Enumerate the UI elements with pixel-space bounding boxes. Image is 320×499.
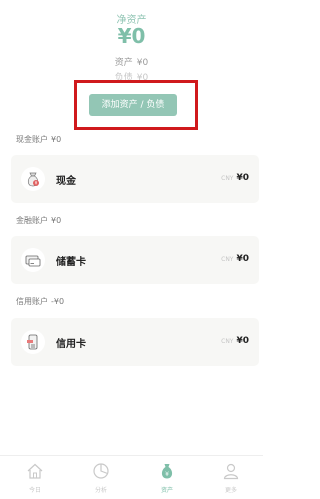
account-amount: ¥0 <box>236 173 249 183</box>
assets-value: ¥0 <box>136 58 149 68</box>
tab-label: 资产 <box>160 487 173 494</box>
pie-chart-icon <box>93 463 109 479</box>
currency-code: CNY <box>221 256 234 263</box>
money-bag-icon: ¥ <box>161 464 173 479</box>
tab-label: 今日 <box>28 487 41 494</box>
tab-label: 分析 <box>94 487 107 494</box>
section-title-label: 现金账户 <box>16 135 48 144</box>
home-icon <box>27 463 43 479</box>
tab-assets[interactable]: ¥ 资产 <box>134 456 200 499</box>
section-title-cash: 现金账户 ¥0 <box>16 134 61 145</box>
account-amount: ¥0 <box>236 336 249 346</box>
account-name: 现金 <box>56 176 76 187</box>
section-title-label: 信用账户 <box>16 297 48 306</box>
net-worth-value: ¥0 <box>117 24 146 48</box>
account-name: 储蓄卡 <box>56 257 86 268</box>
section-total: ¥0 <box>51 216 62 225</box>
section-title-financial: 金融账户 ¥0 <box>16 215 61 226</box>
tab-today[interactable]: 今日 <box>2 456 68 499</box>
section-title-label: 金融账户 <box>16 216 48 225</box>
debit-card-icon <box>21 248 45 272</box>
account-card-cash[interactable]: ¥ 现金 CNY ¥0 <box>11 155 259 203</box>
section-total: -¥0 <box>51 297 65 306</box>
credit-card-icon <box>21 330 45 354</box>
account-balance: CNY ¥0 <box>221 173 249 183</box>
account-card-debit[interactable]: 储蓄卡 CNY ¥0 <box>11 236 259 284</box>
currency-code: CNY <box>221 338 234 345</box>
account-balance: CNY ¥0 <box>221 254 249 264</box>
section-total: ¥0 <box>51 135 62 144</box>
account-card-credit[interactable]: 信用卡 CNY ¥0 <box>11 318 259 366</box>
tab-label: 更多 <box>224 487 237 494</box>
currency-code: CNY <box>221 175 234 182</box>
assets-row: 资产 ¥0 <box>0 55 263 68</box>
user-icon <box>223 463 239 480</box>
add-asset-liability-button[interactable]: 添加资产 / 负债 <box>89 94 177 116</box>
cash-bag-icon: ¥ <box>21 167 45 191</box>
svg-text:¥: ¥ <box>35 181 38 186</box>
account-name: 信用卡 <box>56 339 86 350</box>
tab-analysis[interactable]: 分析 <box>68 456 134 499</box>
account-amount: ¥0 <box>236 254 249 264</box>
tab-more[interactable]: 更多 <box>198 456 264 499</box>
section-title-credit: 信用账户 -¥0 <box>16 296 64 307</box>
account-balance: CNY ¥0 <box>221 336 249 346</box>
bottom-tab-bar: 今日 分析 ¥ 资产 更多 <box>0 455 263 499</box>
svg-text:¥: ¥ <box>165 471 169 478</box>
assets-label: 资产 <box>114 58 133 68</box>
